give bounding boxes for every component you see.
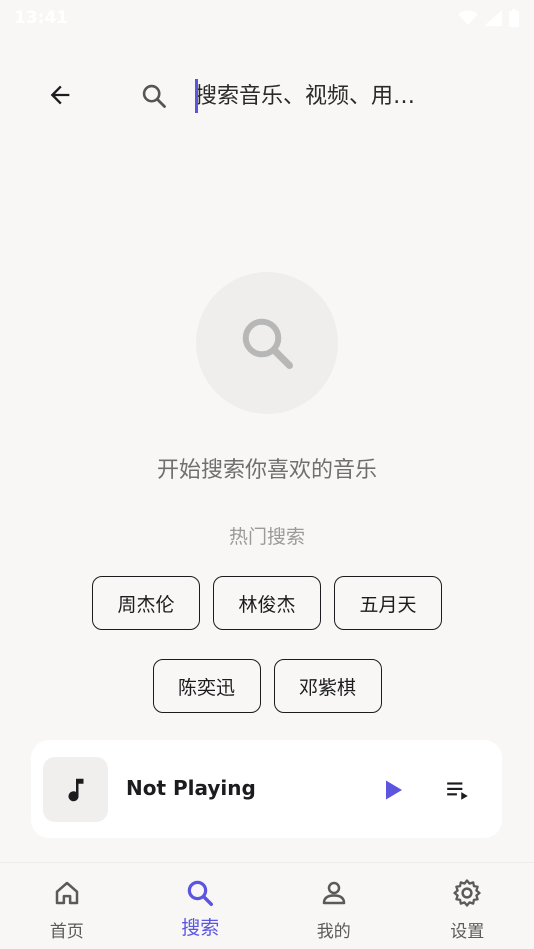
track-title: Not Playing <box>126 776 256 800</box>
home-icon <box>55 881 78 905</box>
nav-label: 我的 <box>316 922 351 942</box>
empty-state-illustration <box>196 272 338 414</box>
gear-icon <box>453 879 481 907</box>
arrow-left-icon <box>50 85 70 105</box>
search-bar <box>0 62 534 128</box>
play-button[interactable] <box>377 774 409 806</box>
queue-button[interactable] <box>442 774 474 806</box>
hot-search-chip[interactable]: 邓紫棋 <box>273 659 382 713</box>
hot-search-chip[interactable]: 林俊杰 <box>213 576 321 630</box>
search-input[interactable] <box>195 76 455 116</box>
search-icon <box>142 84 166 108</box>
wifi-icon <box>458 10 478 25</box>
status-bar: 13:41 <box>0 0 534 36</box>
search-field-icon <box>134 76 174 116</box>
play-icon <box>386 780 402 800</box>
search-icon <box>188 880 214 906</box>
music-note-icon <box>68 778 83 801</box>
hot-search-chip[interactable]: 周杰伦 <box>92 576 200 630</box>
chip-row: 陈奕迅 邓紫棋 <box>0 659 534 713</box>
back-button[interactable] <box>40 75 80 115</box>
nav-item-settings[interactable]: 设置 <box>401 863 534 949</box>
chip-row: 周杰伦 林俊杰 五月天 <box>0 576 534 630</box>
album-cover <box>43 757 108 822</box>
status-time: 13:41 <box>14 8 69 28</box>
nav-label: 设置 <box>450 922 485 942</box>
magnifier-icon <box>242 318 293 369</box>
hot-search-chip[interactable]: 五月天 <box>334 576 442 630</box>
person-icon <box>322 881 345 905</box>
mini-player[interactable]: Not Playing <box>31 740 502 838</box>
hot-search-chip[interactable]: 陈奕迅 <box>152 659 261 713</box>
nav-item-home[interactable]: 首页 <box>0 863 134 949</box>
status-icons <box>458 9 520 27</box>
bottom-navigation: 首页 搜索 我的 设置 <box>0 862 534 949</box>
signal-icon <box>484 10 502 26</box>
nav-label: 搜索 <box>181 917 220 939</box>
battery-icon <box>509 9 519 27</box>
empty-state-message: 开始搜索你喜欢的音乐 <box>156 458 377 483</box>
nav-item-profile[interactable]: 我的 <box>267 863 401 949</box>
hot-search-title: 热门搜索 <box>228 526 305 548</box>
hot-search-chips: 周杰伦 林俊杰 五月天 陈奕迅 邓紫棋 <box>0 576 534 742</box>
nav-label: 首页 <box>49 922 84 942</box>
text-caret <box>195 79 198 113</box>
nav-item-search[interactable]: 搜索 <box>134 863 268 949</box>
playlist-icon <box>447 782 468 800</box>
